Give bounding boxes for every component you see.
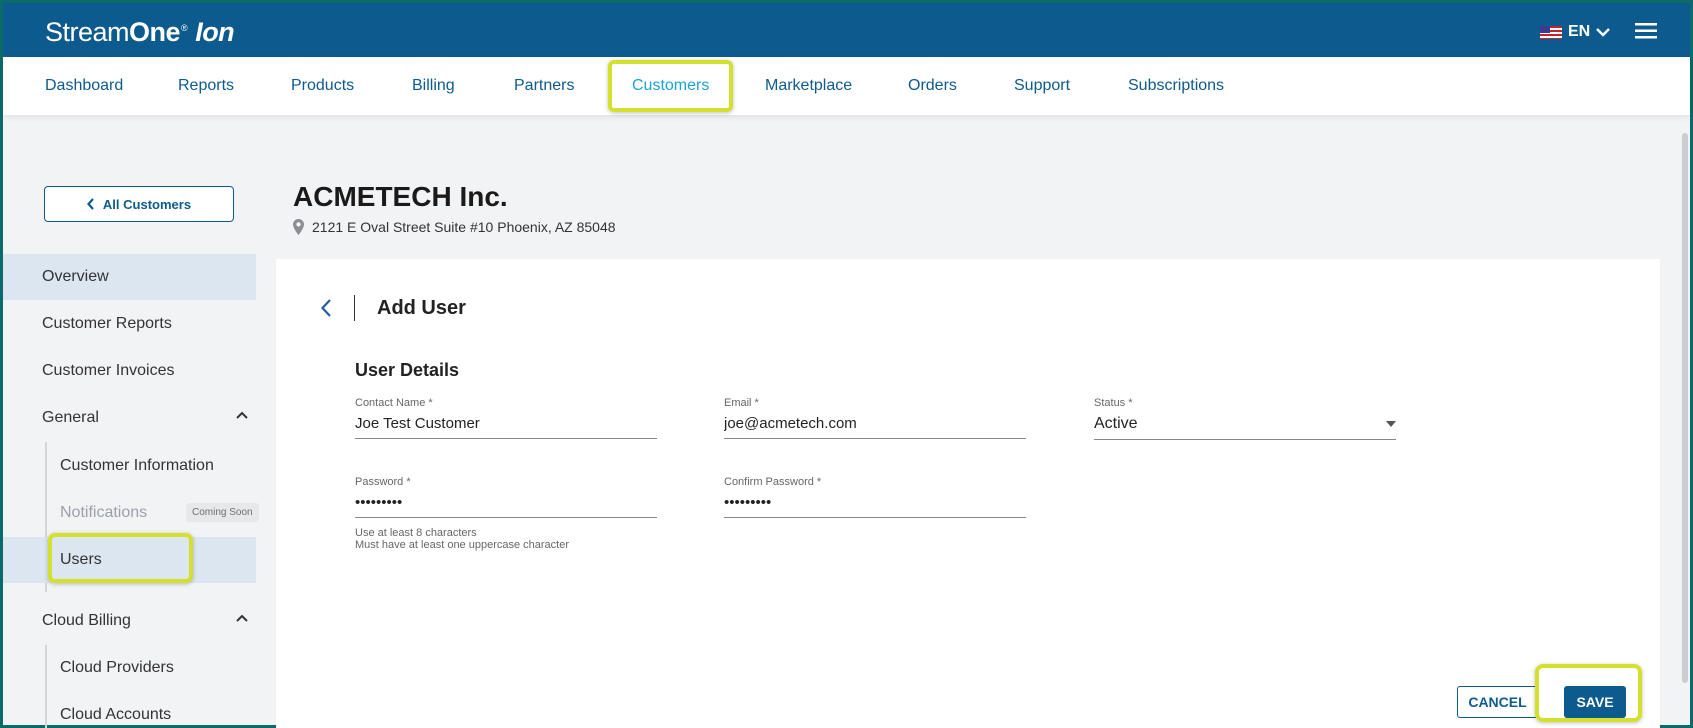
- sidebar-item-users[interactable]: Users: [3, 537, 256, 583]
- status-label: Status *: [1094, 397, 1133, 409]
- password-input[interactable]: [355, 492, 657, 518]
- user-details-heading: User Details: [355, 360, 460, 380]
- sidebar-item-cloud-accounts[interactable]: Cloud Accounts: [3, 692, 256, 728]
- password-field: Password *: [355, 476, 657, 518]
- title-divider: [354, 295, 355, 321]
- password-hint-line: Use at least 8 characters: [355, 527, 477, 539]
- sidebar-item-customer-information[interactable]: Customer Information: [3, 443, 256, 489]
- confirm-password-input[interactable]: [724, 492, 1026, 518]
- company-address: 2121 E Oval Street Suite #10 Phoenix, AZ…: [293, 219, 616, 235]
- nav-subscriptions[interactable]: Subscriptions: [1128, 57, 1224, 115]
- logo-text-ion: Ion: [195, 17, 235, 47]
- dropdown-arrow-icon: [1386, 421, 1396, 427]
- nav-orders[interactable]: Orders: [908, 57, 957, 115]
- contact-name-label: Contact Name *: [355, 397, 433, 409]
- sidebar-item-label: Customer Invoices: [42, 362, 175, 379]
- back-arrow-icon[interactable]: [320, 299, 332, 317]
- password-hint: Use at least 8 characters Must have at l…: [355, 527, 569, 551]
- address-text: 2121 E Oval Street Suite #10 Phoenix, AZ…: [312, 219, 616, 235]
- language-selector[interactable]: EN: [1540, 23, 1611, 41]
- nav-customers[interactable]: Customers: [608, 60, 734, 112]
- sidebar-item-label: Cloud Accounts: [60, 706, 172, 723]
- password-label: Password *: [355, 476, 411, 488]
- sidebar-item-customer-reports[interactable]: Customer Reports: [3, 301, 256, 347]
- cancel-button[interactable]: CANCEL: [1457, 686, 1538, 718]
- chevron-up-icon: [236, 411, 248, 419]
- chevron-up-icon: [236, 614, 248, 622]
- nav-support[interactable]: Support: [1014, 57, 1070, 115]
- confirm-password-label: Confirm Password *: [724, 476, 822, 488]
- sidebar-item-label: General: [42, 409, 99, 426]
- nav-marketplace[interactable]: Marketplace: [765, 57, 852, 115]
- coming-soon-badge: Coming Soon: [186, 503, 259, 522]
- contact-name-field: Contact Name *: [355, 397, 657, 439]
- sidebar-item-cloud-billing[interactable]: Cloud Billing: [3, 598, 256, 644]
- sidebar-item-label: Overview: [42, 268, 109, 285]
- nav-reports[interactable]: Reports: [178, 57, 234, 115]
- sidebar-item-label: Cloud Providers: [60, 659, 174, 676]
- location-pin-icon: [293, 219, 304, 235]
- language-label: EN: [1568, 23, 1591, 40]
- chevron-down-icon: [1596, 28, 1611, 37]
- company-title: ACMETECH Inc.: [293, 181, 508, 212]
- nav-products[interactable]: Products: [291, 57, 354, 115]
- sidebar-item-overview[interactable]: Overview: [3, 254, 256, 300]
- password-hint-line: Must have at least one uppercase charact…: [355, 539, 570, 551]
- chevron-left-icon: [86, 198, 94, 210]
- add-user-card: Add User User Details Contact Name * Ema…: [276, 259, 1660, 728]
- nav-partners[interactable]: Partners: [514, 57, 574, 115]
- status-select[interactable]: Active: [1094, 413, 1396, 440]
- status-value: Active: [1094, 415, 1138, 432]
- contact-name-input[interactable]: [355, 413, 657, 439]
- sidebar-item-cloud-providers[interactable]: Cloud Providers: [3, 645, 256, 691]
- sidebar-item-label: Customer Information: [60, 457, 214, 474]
- save-button[interactable]: SAVE: [1564, 686, 1626, 718]
- page-scrollbar[interactable]: [1682, 133, 1688, 683]
- nav-dashboard[interactable]: Dashboard: [45, 57, 123, 115]
- sidebar-item-general[interactable]: General: [3, 395, 256, 441]
- us-flag-icon: [1540, 25, 1562, 39]
- streamone-ion-logo[interactable]: StreamOne® Ion: [45, 17, 235, 48]
- email-input[interactable]: [724, 413, 1026, 439]
- status-field: Status * Active: [1094, 397, 1396, 440]
- confirm-password-field: Confirm Password *: [724, 476, 1026, 518]
- sidebar-item-notifications: Notifications Coming Soon: [3, 490, 259, 536]
- logo-registered-mark: ®: [181, 23, 188, 33]
- nav-billing[interactable]: Billing: [412, 57, 455, 115]
- email-label: Email *: [724, 397, 759, 409]
- sidebar-item-customer-invoices[interactable]: Customer Invoices: [3, 348, 256, 394]
- sidebar-item-label: Users: [60, 551, 102, 568]
- logo-text-one: One: [129, 17, 181, 47]
- sidebar-item-label: Cloud Billing: [42, 612, 131, 629]
- main-nav: Dashboard Reports Products Billing Partn…: [3, 57, 1690, 115]
- email-field: Email *: [724, 397, 1026, 439]
- logo-text-stream: Stream: [45, 17, 130, 47]
- hamburger-menu-icon[interactable]: [1635, 23, 1657, 39]
- sidebar-item-label: Customer Reports: [42, 315, 172, 332]
- all-customers-label: All Customers: [102, 196, 192, 212]
- add-user-title: Add User: [377, 297, 466, 319]
- all-customers-button[interactable]: All Customers: [44, 186, 234, 222]
- sidebar-item-label: Notifications: [60, 504, 148, 521]
- top-bar: StreamOne® Ion EN: [3, 3, 1690, 57]
